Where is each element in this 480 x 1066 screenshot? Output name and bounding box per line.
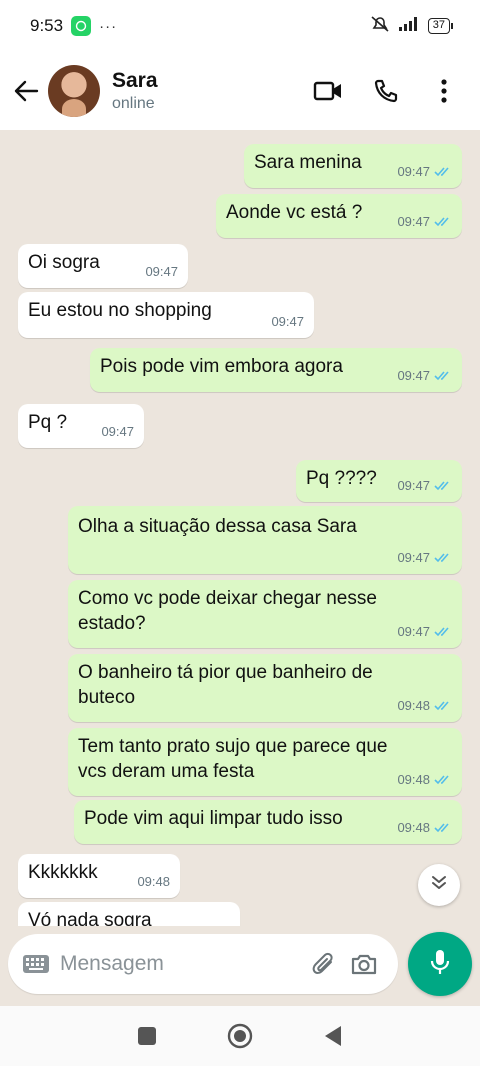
message-text: O banheiro tá pior que banheiro de butec… [78, 662, 373, 708]
composer: Mensagem [0, 926, 480, 1006]
message-bubble[interactable]: Oi sogra 09:47 [18, 244, 188, 288]
message-text: Pode vim aqui limpar tudo isso [84, 808, 343, 829]
signal-icon [398, 16, 420, 37]
mute-icon [370, 15, 390, 38]
message-text: Vó nada sogra [28, 910, 152, 926]
scroll-down-button[interactable] [418, 864, 460, 906]
message-text: Pois pode vim embora agora [100, 356, 343, 377]
message-bubble[interactable]: Eu estou no shopping 09:47 [18, 292, 314, 338]
message-time: 09:47 [397, 478, 430, 493]
status-time: 9:53 [30, 16, 64, 35]
message-text: Aonde vc está ? [226, 202, 363, 223]
keyboard-icon[interactable] [22, 950, 50, 978]
message-time: 09:48 [137, 874, 170, 889]
message-time: 09:47 [145, 264, 178, 279]
video-call-icon[interactable] [306, 69, 350, 113]
message-bubble[interactable]: Pq ? 09:47 [18, 404, 144, 448]
message-text: Como vc pode deixar chegar nesse estado? [78, 588, 377, 634]
back-arrow-icon[interactable] [4, 69, 48, 113]
double-check-icon [434, 216, 452, 227]
message-text: Eu estou no shopping [28, 300, 212, 321]
double-check-icon [434, 552, 452, 563]
more-icon[interactable] [422, 69, 466, 113]
message-text: Kkkkkkk [28, 862, 98, 883]
double-check-icon [434, 774, 452, 785]
message-input[interactable]: Mensagem [8, 934, 398, 994]
attach-icon[interactable] [304, 944, 344, 984]
message-bubble[interactable]: Tem tanto prato sujo que parece que vcs … [68, 728, 462, 796]
battery-icon: 37 [427, 18, 454, 34]
message-time: 09:47 [397, 164, 430, 179]
message-bubble[interactable]: Olha a situação dessa casa Sara 09:47 [68, 506, 462, 574]
circle-icon[interactable] [220, 1016, 260, 1056]
message-time: 09:47 [101, 424, 134, 439]
status-overflow: ··· [99, 17, 118, 35]
triangle-back-icon[interactable] [313, 1016, 353, 1056]
message-list[interactable]: Sara menina 09:47 Aonde vc está ? 09:47 … [0, 130, 480, 926]
double-check-icon [434, 822, 452, 833]
message-placeholder: Mensagem [60, 952, 164, 975]
message-bubble[interactable]: Aonde vc está ? 09:47 [216, 194, 462, 238]
double-check-icon [434, 626, 452, 637]
chevron-down-icon [430, 875, 448, 896]
message-text: Pq ???? [306, 468, 377, 489]
contact-info[interactable]: Sara online [112, 69, 158, 113]
avatar[interactable] [48, 65, 100, 117]
message-time: 09:47 [271, 314, 304, 329]
message-bubble[interactable]: Pode vim aqui limpar tudo isso 09:48 [74, 800, 462, 844]
message-text: Sara menina [254, 152, 362, 173]
message-text: Oi sogra [28, 252, 100, 273]
contact-name: Sara [112, 69, 158, 92]
mic-button[interactable] [408, 932, 472, 996]
status-bar: 9:53 ··· 37 [0, 0, 480, 52]
message-time: 09:47 [397, 368, 430, 383]
message-bubble[interactable]: Como vc pode deixar chegar nesse estado?… [68, 580, 462, 648]
message-time: 09:48 [397, 698, 430, 713]
message-time: 09:47 [397, 550, 430, 565]
message-time: 09:47 [397, 624, 430, 639]
message-bubble[interactable]: Pq ???? 09:47 [296, 460, 462, 502]
double-check-icon [434, 370, 452, 381]
contact-status: online [112, 95, 155, 112]
message-time: 09:48 [397, 772, 430, 787]
message-bubble[interactable]: Kkkkkkk 09:48 [18, 854, 180, 898]
system-nav-bar [0, 1006, 480, 1066]
chat-header: Sara online [0, 52, 480, 130]
message-bubble[interactable]: Vó nada sogra [18, 902, 240, 926]
message-bubble[interactable]: O banheiro tá pior que banheiro de butec… [68, 654, 462, 722]
square-icon[interactable] [127, 1016, 167, 1056]
message-text: Olha a situação dessa casa Sara [78, 516, 357, 537]
voice-call-icon[interactable] [364, 69, 408, 113]
message-bubble[interactable]: Sara menina 09:47 [244, 144, 462, 188]
double-check-icon [434, 166, 452, 177]
message-time: 09:48 [397, 820, 430, 835]
whatsapp-notification-icon [71, 16, 92, 36]
camera-icon[interactable] [344, 944, 384, 984]
message-text: Pq ? [28, 412, 68, 433]
message-bubble[interactable]: Pois pode vim embora agora 09:47 [90, 348, 462, 392]
mic-icon [430, 948, 450, 981]
message-text: Tem tanto prato sujo que parece que vcs … [78, 736, 388, 782]
double-check-icon [434, 700, 452, 711]
double-check-icon [434, 480, 452, 491]
message-time: 09:47 [397, 214, 430, 229]
